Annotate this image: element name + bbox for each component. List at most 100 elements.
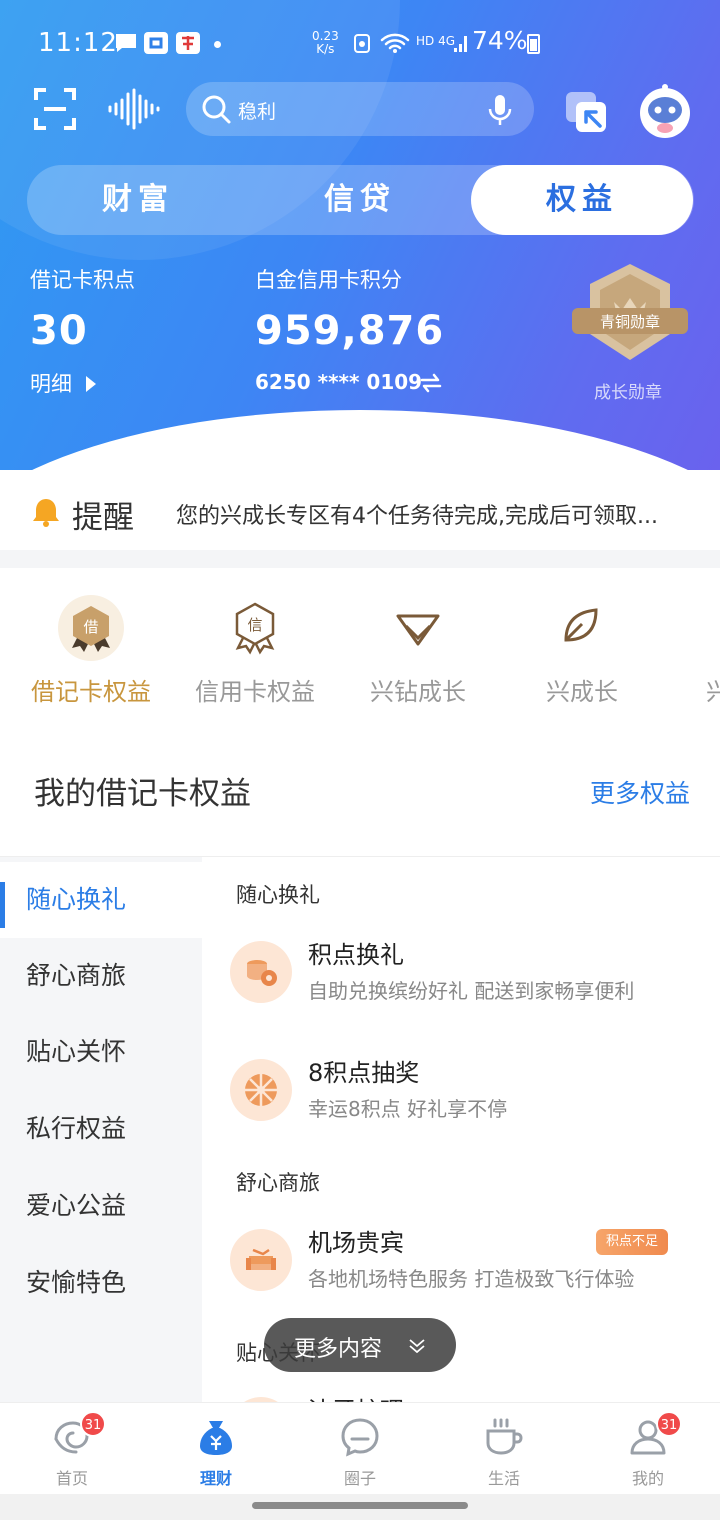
scan-icon[interactable] — [34, 88, 76, 130]
search-icon — [202, 95, 231, 124]
mine-badge: 31 — [656, 1411, 682, 1437]
debit-badge-glyph: 借 — [83, 618, 98, 636]
credit-points-value: 959,876 — [255, 308, 445, 354]
bell-icon — [33, 499, 59, 527]
badge-text: 青铜勋章 — [600, 313, 660, 331]
speed-unit: K/s — [316, 42, 335, 56]
benefit-desc: 自助兑换缤纷好礼 配送到家畅享便利 — [308, 979, 635, 1003]
side-nav-care[interactable]: 贴心关怀 — [0, 1014, 202, 1090]
signal-icon — [452, 32, 470, 54]
card-number: 6250 **** 0109 — [255, 370, 423, 394]
debit-badge-icon: 借 — [58, 595, 124, 661]
reminder-title: 提醒 — [72, 500, 134, 536]
voice-assistant-icon[interactable] — [106, 88, 162, 130]
section-gap — [0, 550, 720, 568]
benefit-categories: 借 借记卡权益 信 信用卡权益 兴钻成长 兴成长 兴 — [0, 568, 720, 718]
coffee-cup-icon — [486, 1418, 523, 1455]
system-navigation-bar — [0, 1494, 720, 1520]
benefit-name: 8积点抽奖 — [308, 1059, 420, 1087]
coins-icon — [247, 960, 277, 986]
tabbar-label: 生活 — [487, 1469, 520, 1488]
side-nav-gift-exchange[interactable]: 随心换礼 — [0, 862, 202, 938]
benefit-icon-bg — [230, 1229, 292, 1291]
tabbar-home[interactable]: 31 首页 — [0, 1403, 144, 1495]
app-notification-icon — [176, 32, 200, 54]
sofa-icon — [246, 1248, 276, 1270]
benefit-icon-bg — [230, 1059, 292, 1121]
tab-credit[interactable]: 信贷 — [249, 165, 471, 235]
benefit-name: 洁牙护理 — [308, 1391, 404, 1402]
category-label: 信用卡权益 — [195, 678, 315, 706]
microphone-icon[interactable] — [486, 93, 514, 127]
detail-label: 明细 — [30, 372, 72, 396]
debit-points-label: 借记卡积点 — [30, 268, 135, 292]
search-bar[interactable]: 稳利 — [186, 82, 534, 136]
bottom-tab-bar: 31 首页 理财 圈子 生活 31 我的 — [0, 1402, 720, 1494]
switch-card-icon[interactable] — [418, 370, 444, 396]
side-nav-charity[interactable]: 爱心公益 — [0, 1168, 202, 1244]
leaf-icon — [564, 608, 598, 642]
tab-wealth[interactable]: 财富 — [27, 165, 249, 235]
tabbar-label: 我的 — [631, 1469, 664, 1488]
points-detail-link[interactable]: 明细 — [30, 368, 96, 398]
benefit-name: 机场贵宾 — [308, 1229, 404, 1257]
benefit-desc: 幸运8积点 好礼享不停 — [308, 1097, 508, 1121]
more-benefits-link[interactable]: 更多权益 — [590, 774, 690, 810]
speed-value: 0.23 — [312, 29, 339, 43]
tabbar-life[interactable]: 生活 — [432, 1403, 576, 1495]
credit-badge-glyph: 信 — [247, 616, 262, 634]
benefit-side-nav: 随心换礼 舒心商旅 贴心关怀 私行权益 爱心公益 安愉特色 — [0, 857, 202, 1402]
home-badge: 31 — [80, 1411, 106, 1437]
home-gesture-handle[interactable] — [252, 1502, 468, 1509]
credit-badge-icon: 信 — [235, 602, 275, 655]
tabbar-label: 圈子 — [343, 1469, 376, 1488]
tabbar-label: 理财 — [199, 1469, 232, 1488]
group-title: 随心换礼 — [236, 883, 320, 907]
tabbar-mine[interactable]: 31 我的 — [576, 1403, 720, 1495]
category-debit-benefits[interactable]: 借 借记卡权益 — [9, 568, 173, 718]
reminder-message: 您的兴成长专区有4个任务待完成,完成后可领取... — [176, 504, 658, 529]
main-tabs: 财富 信贷 权益 — [27, 165, 694, 235]
network-speed: 0.23 K/s — [312, 30, 339, 56]
wheel-icon — [245, 1074, 277, 1106]
status-bar: 11:12 0.23 K/s HD 4G 74% — [0, 24, 720, 64]
robot-assistant-avatar[interactable] — [636, 82, 694, 140]
message-notification-icon — [114, 32, 138, 54]
search-placeholder: 稳利 — [238, 101, 277, 123]
debit-points-value: 30 — [30, 308, 88, 354]
credit-points-label: 白金信用卡积分 — [255, 268, 402, 292]
side-nav-private-banking[interactable]: 私行权益 — [0, 1091, 202, 1167]
tab-benefits[interactable]: 权益 — [471, 165, 693, 235]
tabbar-label: 首页 — [55, 1469, 88, 1488]
sim-icon — [350, 32, 374, 54]
benefit-name: 积点换礼 — [308, 941, 404, 969]
status-time: 11:12 — [38, 28, 118, 58]
group-title: 舒心商旅 — [236, 1171, 320, 1195]
category-label: 兴 — [706, 678, 720, 706]
diamond-icon — [396, 614, 440, 646]
top-bar: 稳利 — [0, 82, 720, 138]
badge-caption: 成长勋章 — [594, 383, 662, 403]
category-diamond-growth[interactable]: 兴钻成长 — [336, 568, 500, 718]
network-type: HD 4G — [416, 34, 456, 48]
category-label: 兴成长 — [546, 678, 618, 706]
category-partial[interactable]: 兴 — [664, 568, 720, 718]
share-icon[interactable] — [564, 88, 610, 134]
more-content-button[interactable]: 更多内容 — [264, 1318, 456, 1372]
category-credit-benefits[interactable]: 信 信用卡权益 — [173, 568, 337, 718]
side-nav-special[interactable]: 安愉特色 — [0, 1245, 202, 1321]
battery-percent: 74% — [472, 26, 528, 55]
status-dot — [214, 41, 221, 48]
benefit-desc: 各地机场特色服务 打造极致飞行体验 — [308, 1267, 635, 1291]
tabbar-circle[interactable]: 圈子 — [288, 1403, 432, 1495]
reminder-bar[interactable]: 提醒 您的兴成长专区有4个任务待完成,完成后可领取... — [0, 476, 720, 550]
chat-face-icon — [341, 1418, 379, 1457]
tabbar-wealth[interactable]: 理财 — [144, 1403, 288, 1495]
category-label: 兴钻成长 — [370, 678, 466, 706]
section-title: 我的借记卡权益 — [34, 776, 251, 812]
category-label: 借记卡权益 — [31, 678, 151, 706]
benefit-icon-bg — [230, 941, 292, 1003]
bronze-medal-badge[interactable]: 青铜勋章 — [570, 262, 690, 367]
category-growth[interactable]: 兴成长 — [500, 568, 664, 718]
side-nav-travel[interactable]: 舒心商旅 — [0, 938, 202, 1014]
